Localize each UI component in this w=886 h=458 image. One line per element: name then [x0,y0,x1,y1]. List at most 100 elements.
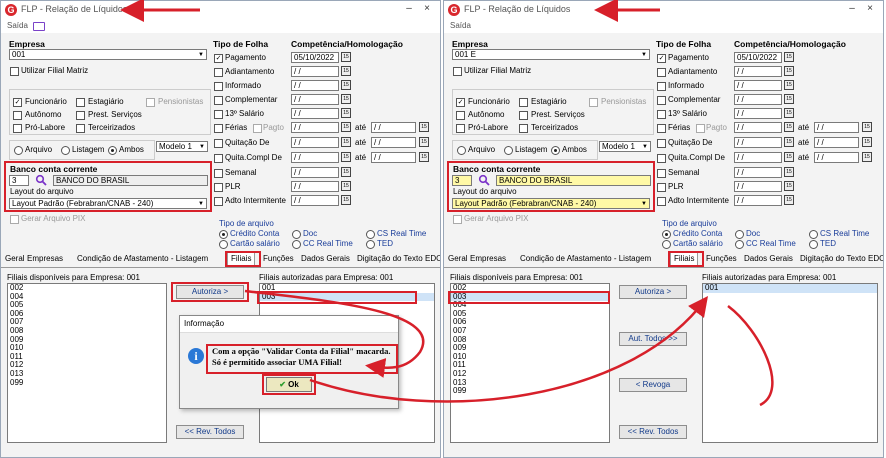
adiantamento-checkbox[interactable] [214,68,223,77]
informado-checkbox[interactable] [214,82,223,91]
minimize-button[interactable]: – [845,2,859,16]
calendar-icon[interactable]: 15 [341,52,351,62]
menu-saida[interactable]: Saída [7,21,28,30]
list-item[interactable]: 013 [451,378,609,388]
list-item[interactable]: 005 [451,309,609,319]
tab-dados-gerais[interactable]: Dados Gerais [301,254,350,263]
pagto-checkbox[interactable] [253,124,262,133]
list-item[interactable]: 010 [8,344,166,353]
calendar-icon[interactable]: 15 [784,80,794,90]
calendar-icon[interactable]: 15 [862,122,872,132]
list-item[interactable]: 099 [451,387,609,396]
quita-compl-date-from[interactable]: / / [291,152,339,163]
autonomo-checkbox[interactable] [13,111,22,120]
plr-date[interactable]: / / [291,181,339,192]
list-item[interactable]: 002 [8,284,166,293]
listagem-radio[interactable] [61,146,70,155]
list-item[interactable]: 099 [8,378,166,388]
tab-edo[interactable]: EDO [868,254,883,263]
close-button[interactable]: × [420,2,434,16]
cs-real-time-radio[interactable] [366,230,375,239]
calendar-icon[interactable]: 15 [784,195,794,205]
tab-empresas[interactable]: Empresas [470,254,506,263]
adto-intermitente-checkbox[interactable] [214,197,223,206]
calendar-icon[interactable]: 15 [341,122,351,132]
list-item[interactable]: 011 [451,361,609,370]
pensionistas-checkbox[interactable] [146,98,155,107]
semanal-date[interactable]: / / [734,167,782,178]
utilizar-filial-checkbox[interactable] [453,67,462,76]
pagamento-checkbox[interactable]: ✓ [214,54,223,63]
plr-checkbox[interactable] [214,183,223,192]
quitacao-checkbox[interactable] [657,139,666,148]
available-list[interactable]: 002 003 004 005 006 007 008 009 010 011 012 013 099 [450,283,610,443]
quita-compl-date-to[interactable]: / / [371,152,416,163]
cartao-salario-radio[interactable] [219,240,228,249]
cs-real-time-radio[interactable] [809,230,818,239]
cartao-salario-radio[interactable] [662,240,671,249]
calendar-icon[interactable]: 15 [784,66,794,76]
doc-radio[interactable] [735,230,744,239]
arquivo-radio[interactable] [14,146,23,155]
utilizar-filial-checkbox[interactable] [10,67,19,76]
list-item[interactable]: 010 [451,352,609,362]
credito-conta-radio[interactable] [662,230,671,239]
complementar-date[interactable]: / / [734,94,782,105]
calendar-icon[interactable]: 15 [419,122,429,132]
ted-radio[interactable] [809,240,818,249]
list-item[interactable]: 012 [8,361,166,370]
calendar-icon[interactable]: 15 [784,137,794,147]
rev-todos-button[interactable]: << Rev. Todos [619,425,687,439]
calendar-icon[interactable]: 15 [862,152,872,162]
tab-condicao[interactable]: Condição de Afastamento - Listagem [77,254,208,263]
calendar-icon[interactable]: 15 [419,152,429,162]
quita-compl-checkbox[interactable] [657,154,666,163]
list-item[interactable]: 009 [451,344,609,353]
tab-digitacao[interactable]: Digitação do Texto [357,254,423,263]
quitacao-date-to[interactable]: / / [371,137,416,148]
listagem-radio[interactable] [504,146,513,155]
minimize-button[interactable]: – [402,2,416,16]
pagamento-date[interactable]: 05/10/2022 [291,52,339,63]
ted-radio[interactable] [366,240,375,249]
quita-compl-date-to[interactable]: / / [814,152,859,163]
list-item[interactable]: 011 [8,352,166,362]
estagiario-checkbox[interactable] [519,98,528,107]
autonomo-checkbox[interactable] [456,111,465,120]
semanal-checkbox[interactable] [657,169,666,178]
tab-funcoes[interactable]: Funções [263,254,294,263]
calendar-icon[interactable]: 15 [341,152,351,162]
prest-servicos-checkbox[interactable] [519,111,528,120]
modelo-select[interactable]: Modelo 1 ▼ [599,141,651,152]
pagto-checkbox[interactable] [696,124,705,133]
cc-real-time-radio[interactable] [735,240,744,249]
terceirizados-checkbox[interactable] [76,124,85,133]
ambos-radio[interactable] [108,146,117,155]
informado-date[interactable]: / / [291,80,339,91]
ferias-date-to[interactable]: / / [371,122,416,133]
ferias-checkbox[interactable] [657,124,666,133]
calendar-icon[interactable]: 15 [784,167,794,177]
decimo-terceiro-checkbox[interactable] [657,110,666,119]
list-item[interactable]: 012 [451,369,609,379]
plr-date[interactable]: / / [734,181,782,192]
quita-compl-date-from[interactable]: / / [734,152,782,163]
calendar-icon[interactable]: 15 [862,137,872,147]
rev-todos-button[interactable]: << Rev. Todos [176,425,244,439]
ambos-radio[interactable] [551,146,560,155]
complementar-date[interactable]: / / [291,94,339,105]
decimo-terceiro-date[interactable]: / / [291,108,339,119]
credito-conta-radio[interactable] [219,230,228,239]
autoriza-button[interactable]: Autoriza > [619,285,687,299]
calendar-icon[interactable]: 15 [419,137,429,147]
menu-saida[interactable]: Saída [450,21,471,30]
tab-funcoes[interactable]: Funções [706,254,737,263]
arquivo-radio[interactable] [457,146,466,155]
calendar-icon[interactable]: 15 [341,137,351,147]
available-list[interactable]: 002 004 005 006 007 008 009 010 011 012 013 099 [7,283,167,443]
list-item[interactable]: 006 [451,318,609,327]
monitor-icon[interactable] [33,22,45,31]
list-item[interactable]: 005 [8,301,166,310]
calendar-icon[interactable]: 15 [341,80,351,90]
informado-checkbox[interactable] [657,82,666,91]
